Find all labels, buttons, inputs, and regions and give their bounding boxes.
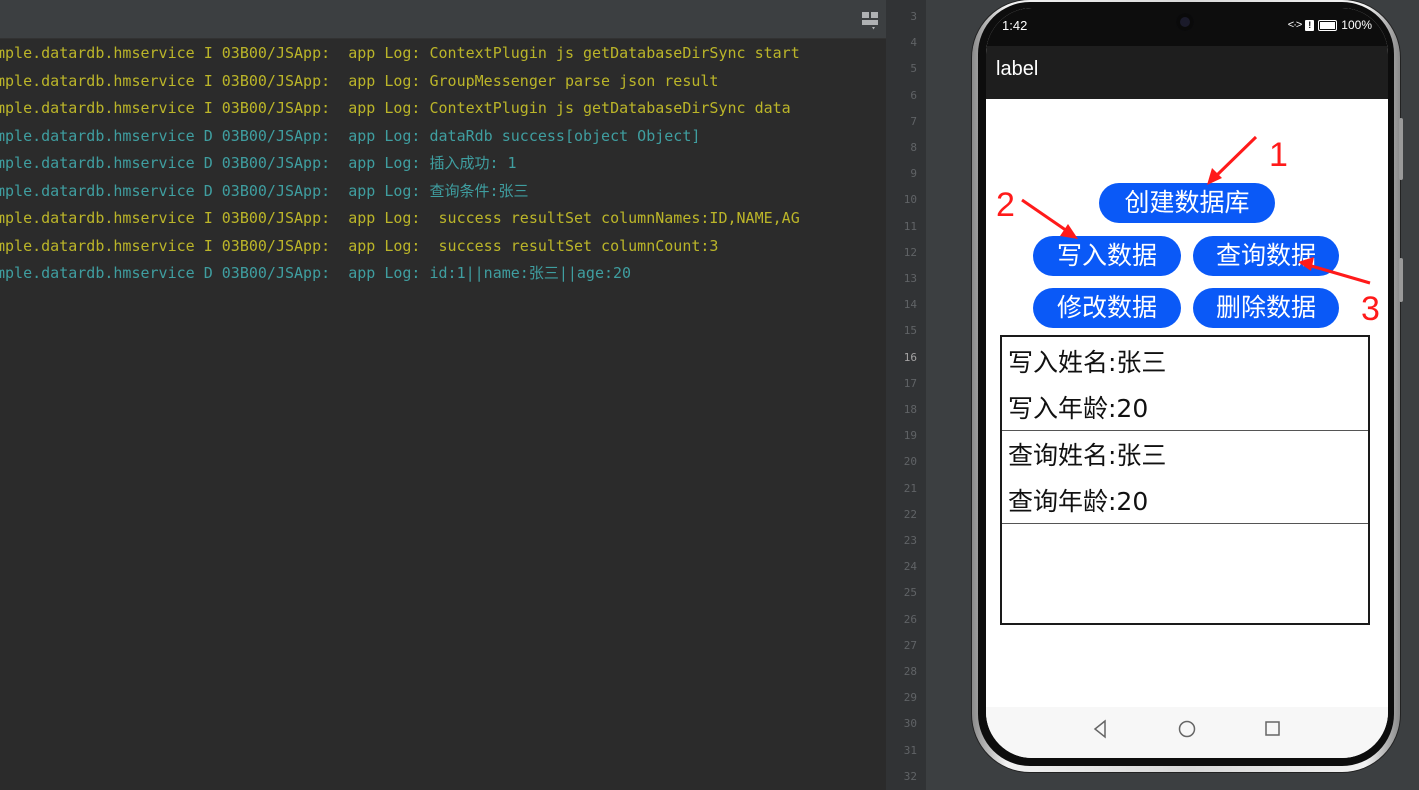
update-data-button[interactable]: 修改数据 <box>1033 288 1181 328</box>
back-icon[interactable] <box>1092 719 1108 739</box>
annotation-number-3: 3 <box>1361 290 1380 328</box>
line-number: 3 <box>910 10 917 23</box>
line-number: 8 <box>910 141 917 154</box>
line-number: 6 <box>910 88 917 102</box>
status-time: 1:42 <box>1002 18 1028 33</box>
log-line: mple.datardb.hmservice D 03B00/JSApp: ap… <box>0 264 632 282</box>
line-number: 32 <box>903 769 917 783</box>
line-number-gutter: 3 4 5 6 7 8 9 10 11 12 13 14 15 16 17 18 19 20 21 22 23 24 25 2… <box>886 0 927 790</box>
home-icon[interactable] <box>1177 719 1197 739</box>
battery-icon <box>1318 19 1338 31</box>
line-number: 17 <box>903 376 917 390</box>
battery-percent: 100% <box>1341 18 1372 32</box>
query-data-button[interactable]: 查询数据 <box>1193 236 1339 276</box>
app-content: 创建数据库 写入数据 查询数据 修改数据 删除数据 写入姓名:张三 写入年龄:2… <box>986 99 1388 707</box>
write-age-text: 写入年龄:20 <box>1008 394 1149 423</box>
line-number: 30 <box>903 717 917 731</box>
log-line: mple.datardb.hmservice D 03B00/JSApp: ap… <box>0 181 529 200</box>
delete-data-button[interactable]: 删除数据 <box>1193 288 1339 328</box>
query-result-section: 查询姓名:张三 查询年龄:20 <box>1002 431 1368 524</box>
line-number: 22 <box>903 507 917 521</box>
line-number: 21 <box>903 481 917 495</box>
line-number: 19 <box>903 429 917 443</box>
sim-alert-icon: ! <box>1305 19 1315 31</box>
line-number: 11 <box>903 219 917 233</box>
phone-volume-button <box>1399 118 1403 180</box>
query-name-text: 查询姓名:张三 <box>1008 441 1167 470</box>
app-bar: label <box>986 46 1388 99</box>
write-name-text: 写入姓名:张三 <box>1008 348 1167 377</box>
line-number: 29 <box>903 691 917 705</box>
line-number: 16 <box>903 350 917 364</box>
line-number: 10 <box>903 193 917 207</box>
line-number: 23 <box>903 534 917 547</box>
log-line: mple.datardb.hmservice I 03B00/JSApp: ap… <box>0 209 800 227</box>
line-number: 31 <box>903 743 917 757</box>
line-number: 15 <box>903 324 917 338</box>
annotation-number-1: 1 <box>1269 136 1288 174</box>
annotation-number-2: 2 <box>996 186 1015 224</box>
write-result-section: 写入姓名:张三 写入年龄:20 <box>1002 337 1368 431</box>
line-number: 25 <box>903 586 917 600</box>
empty-result-section <box>1002 524 1368 623</box>
log-line: mple.datardb.hmservice D 03B00/JSApp: ap… <box>0 154 517 172</box>
navigation-bar <box>986 707 1388 758</box>
line-number: 12 <box>903 245 917 259</box>
log-lines: mple.datardb.hmservice I 03B00/JSApp: ap… <box>0 40 886 288</box>
log-toolbar <box>0 0 886 39</box>
create-database-button[interactable]: 创建数据库 <box>1099 183 1275 223</box>
line-number: 9 <box>910 167 917 181</box>
line-number: 5 <box>910 62 917 76</box>
line-number: 7 <box>910 114 917 128</box>
log-line: mple.datardb.hmservice I 03B00/JSApp: ap… <box>0 71 719 90</box>
line-number: 26 <box>903 612 917 626</box>
log-line: mple.datardb.hmservice I 03B00/JSApp: ap… <box>0 99 791 117</box>
line-number: 18 <box>903 403 917 416</box>
layout-icon[interactable] <box>862 12 878 30</box>
insert-data-button[interactable]: 写入数据 <box>1033 236 1181 276</box>
log-line: mple.datardb.hmservice I 03B00/JSApp: ap… <box>0 236 719 255</box>
query-age-text: 查询年龄:20 <box>1008 487 1149 516</box>
phone-power-button <box>1399 258 1403 302</box>
log-line: mple.datardb.hmservice I 03B00/JSApp: ap… <box>0 44 800 62</box>
front-camera <box>1176 13 1194 31</box>
phone-screen: 1:42 <·> ! 100% label 创建数据库 写入数据 查询数据 修改… <box>986 8 1388 758</box>
recents-icon[interactable] <box>1264 719 1282 739</box>
result-box: 写入姓名:张三 写入年龄:20 查询姓名:张三 查询年龄:20 <box>1000 335 1370 625</box>
log-line: mple.datardb.hmservice D 03B00/JSApp: ap… <box>0 126 701 145</box>
status-icons: <·> ! 100% <box>1288 18 1372 32</box>
line-number: 14 <box>903 298 917 312</box>
line-number: 20 <box>903 455 917 469</box>
app-title: label <box>996 58 1039 80</box>
line-number: 24 <box>903 560 917 574</box>
line-number: 28 <box>903 665 917 678</box>
log-console: mple.datardb.hmservice I 03B00/JSApp: ap… <box>0 0 886 790</box>
status-bar: 1:42 <·> ! 100% <box>986 8 1388 46</box>
line-number: 4 <box>910 36 917 50</box>
network-icon: <·> <box>1287 19 1302 31</box>
line-number: 13 <box>903 272 917 285</box>
line-number: 27 <box>903 638 917 652</box>
